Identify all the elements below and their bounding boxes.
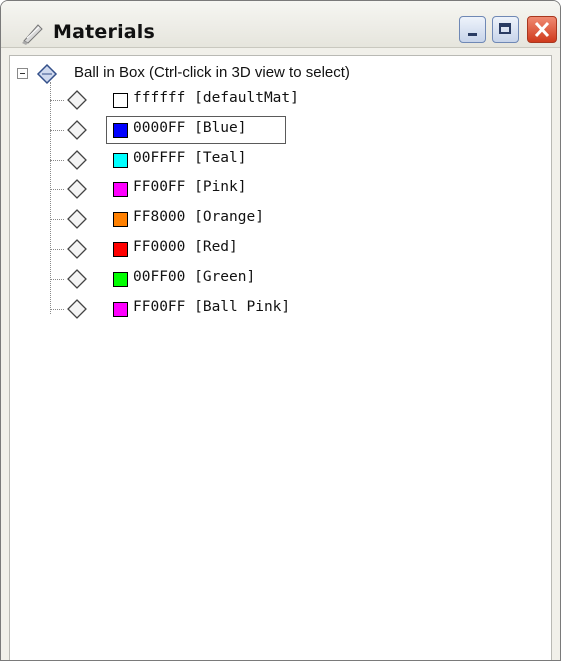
material-item[interactable]: FF0000 [Red] <box>50 235 530 265</box>
material-node-icon <box>67 298 87 319</box>
close-icon <box>534 21 550 38</box>
material-item[interactable]: FF00FF [Ball Pink] <box>50 295 530 325</box>
color-swatch <box>113 93 128 108</box>
tree-connector <box>50 189 64 191</box>
color-swatch <box>113 122 128 138</box>
color-swatch <box>113 152 128 168</box>
tree-connector <box>50 129 64 131</box>
minimize-icon <box>468 33 477 36</box>
material-label: FF00FF [Pink] <box>133 179 247 196</box>
material-item[interactable]: 0000FF [Blue] <box>50 115 530 146</box>
material-node-icon <box>67 149 87 170</box>
color-swatch <box>113 242 128 257</box>
color-swatch <box>113 301 128 317</box>
material-node-icon <box>67 268 87 289</box>
collapse-toggle-icon[interactable] <box>17 68 28 79</box>
material-item[interactable]: ffffff [defaultMat] <box>50 86 530 116</box>
minimize-button[interactable] <box>459 16 486 43</box>
material-label: 0000FF [Blue] <box>133 119 247 136</box>
tree-root-label: Ball in Box (Ctrl-click in 3D view to se… <box>74 64 350 81</box>
material-label: FF0000 [Red] <box>133 239 238 255</box>
material-node-icon <box>67 119 87 140</box>
material-item[interactable]: FF00FF [Pink] <box>50 175 530 205</box>
window-title: Materials <box>53 21 156 43</box>
tree-connector <box>50 249 64 250</box>
maximize-button[interactable] <box>492 16 519 43</box>
tree-connector <box>50 308 64 310</box>
tree-connector <box>50 100 64 101</box>
material-item[interactable]: 00FF00 [Green] <box>50 265 530 295</box>
material-label: 00FFFF [Teal] <box>133 149 247 166</box>
tree-connector <box>50 159 64 161</box>
material-label: FF8000 [Orange] <box>133 209 264 226</box>
color-swatch <box>113 271 128 287</box>
color-swatch <box>113 212 128 228</box>
title-bar[interactable]: Materials <box>1 1 560 48</box>
material-node-icon <box>67 209 87 230</box>
material-label: ffffff [defaultMat] <box>133 90 299 106</box>
close-button[interactable] <box>527 16 557 43</box>
materials-window: Materials Ball in Box (Ctrl-click in 3D … <box>0 0 561 661</box>
materials-tree[interactable]: Ball in Box (Ctrl-click in 3D view to se… <box>9 55 552 660</box>
tree-connector <box>50 219 64 221</box>
material-label: 00FF00 [Green] <box>133 268 256 285</box>
materials-app-icon <box>22 24 43 45</box>
material-node-icon <box>67 239 87 259</box>
material-node-icon <box>67 179 87 200</box>
maximize-icon <box>499 23 511 34</box>
tree-connector <box>50 278 64 280</box>
color-swatch <box>113 182 128 198</box>
material-node-icon <box>67 90 87 110</box>
material-item[interactable]: 00FFFF [Teal] <box>50 146 530 176</box>
scene-node-icon <box>36 63 58 85</box>
material-label: FF00FF [Ball Pink] <box>133 298 291 315</box>
material-item[interactable]: FF8000 [Orange] <box>50 205 530 235</box>
